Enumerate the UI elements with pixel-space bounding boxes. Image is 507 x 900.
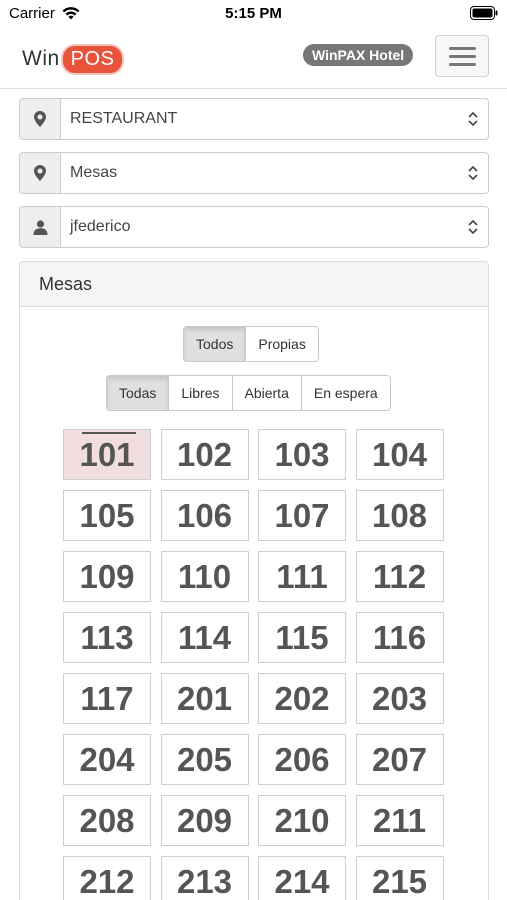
- logo-pos-text: POS: [62, 45, 123, 73]
- table-tile-214[interactable]: 214: [258, 856, 346, 900]
- filter-todas-button[interactable]: Todas: [107, 376, 170, 410]
- table-tile-104[interactable]: 104: [355, 429, 444, 480]
- table-tile-211[interactable]: 211: [355, 795, 444, 846]
- table-tile-112[interactable]: 112: [355, 551, 444, 602]
- table-tile-113[interactable]: 113: [63, 612, 151, 663]
- table-tile-107[interactable]: 107: [258, 490, 346, 541]
- area-addon: [20, 153, 61, 193]
- table-tile-109[interactable]: 109: [63, 551, 151, 602]
- location-value: RESTAURANT: [70, 110, 178, 127]
- clock: 5:15 PM: [225, 5, 282, 22]
- hamburger-menu-icon: [449, 63, 476, 66]
- table-tile-102[interactable]: 102: [160, 429, 249, 480]
- chevron-updown-icon: [458, 153, 488, 193]
- table-tile-111[interactable]: 111: [258, 551, 346, 602]
- table-tile-205[interactable]: 205: [160, 734, 249, 785]
- logo-win-text: Win: [22, 47, 60, 70]
- user-addon: [20, 207, 61, 247]
- table-tile-204[interactable]: 204: [63, 734, 151, 785]
- table-tile-108[interactable]: 108: [355, 490, 444, 541]
- area-select[interactable]: Mesas: [19, 152, 489, 194]
- table-tile-209[interactable]: 209: [160, 795, 249, 846]
- table-tile-213[interactable]: 213: [160, 856, 249, 900]
- table-tile-103[interactable]: 103: [258, 429, 346, 480]
- battery-icon: [470, 6, 498, 20]
- table-tile-215[interactable]: 215: [355, 856, 444, 900]
- table-tile-116[interactable]: 116: [355, 612, 444, 663]
- table-tile-110[interactable]: 110: [160, 551, 249, 602]
- status-bar: Carrier 5:15 PM: [0, 0, 507, 28]
- table-tile-117[interactable]: 117: [63, 673, 151, 724]
- table-tile-210[interactable]: 210: [258, 795, 346, 846]
- user-value: jfederico: [70, 218, 131, 235]
- status-filter: Todas Libres Abierta En espera: [106, 375, 391, 411]
- table-tile-101[interactable]: 101: [63, 429, 151, 480]
- tables-panel: Mesas Todos Propias Todas Libres Abierta…: [19, 261, 489, 900]
- table-tile-202[interactable]: 202: [258, 673, 346, 724]
- winpos-logo[interactable]: Win POS: [20, 43, 123, 75]
- header-divider: [0, 88, 507, 89]
- filter-todos-button[interactable]: Todos: [184, 327, 247, 361]
- filter-propias-button[interactable]: Propias: [246, 327, 318, 361]
- location-addon: [20, 99, 61, 139]
- chevron-updown-icon: [458, 207, 488, 247]
- table-tile-114[interactable]: 114: [160, 612, 249, 663]
- location-select[interactable]: RESTAURANT: [19, 98, 489, 140]
- hamburger-menu-icon: [449, 47, 476, 50]
- chevron-updown-icon: [458, 99, 488, 139]
- area-value: Mesas: [70, 164, 118, 181]
- user-select[interactable]: jfederico: [19, 206, 489, 248]
- table-tile-208[interactable]: 208: [63, 795, 151, 846]
- filter-libres-button[interactable]: Libres: [169, 376, 233, 410]
- filter-en-espera-button[interactable]: En espera: [301, 376, 390, 410]
- owner-filter: Todos Propias: [183, 326, 319, 362]
- table-tile-105[interactable]: 105: [63, 490, 151, 541]
- table-tile-207[interactable]: 207: [355, 734, 444, 785]
- table-tile-206[interactable]: 206: [258, 734, 346, 785]
- map-marker-icon: [34, 165, 46, 181]
- panel-title: Mesas: [20, 262, 488, 307]
- hamburger-menu-icon: [449, 55, 476, 58]
- table-tile-106[interactable]: 106: [160, 490, 249, 541]
- hotel-badge: WinPAX Hotel: [303, 44, 414, 66]
- filter-abierta-button[interactable]: Abierta: [232, 376, 302, 410]
- user-icon: [33, 219, 47, 235]
- map-marker-icon: [34, 111, 46, 127]
- table-tile-115[interactable]: 115: [258, 612, 346, 663]
- table-tile-212[interactable]: 212: [63, 856, 151, 900]
- table-tile-203[interactable]: 203: [355, 673, 444, 724]
- table-tile-201[interactable]: 201: [160, 673, 249, 724]
- tables-grid: 101 102 103 104 105 106 107 108 109 110 111 112 113 1…: [63, 429, 447, 900]
- app-header: Win POS WinPAX Hotel: [0, 30, 507, 88]
- hamburger-menu-button[interactable]: [435, 35, 489, 77]
